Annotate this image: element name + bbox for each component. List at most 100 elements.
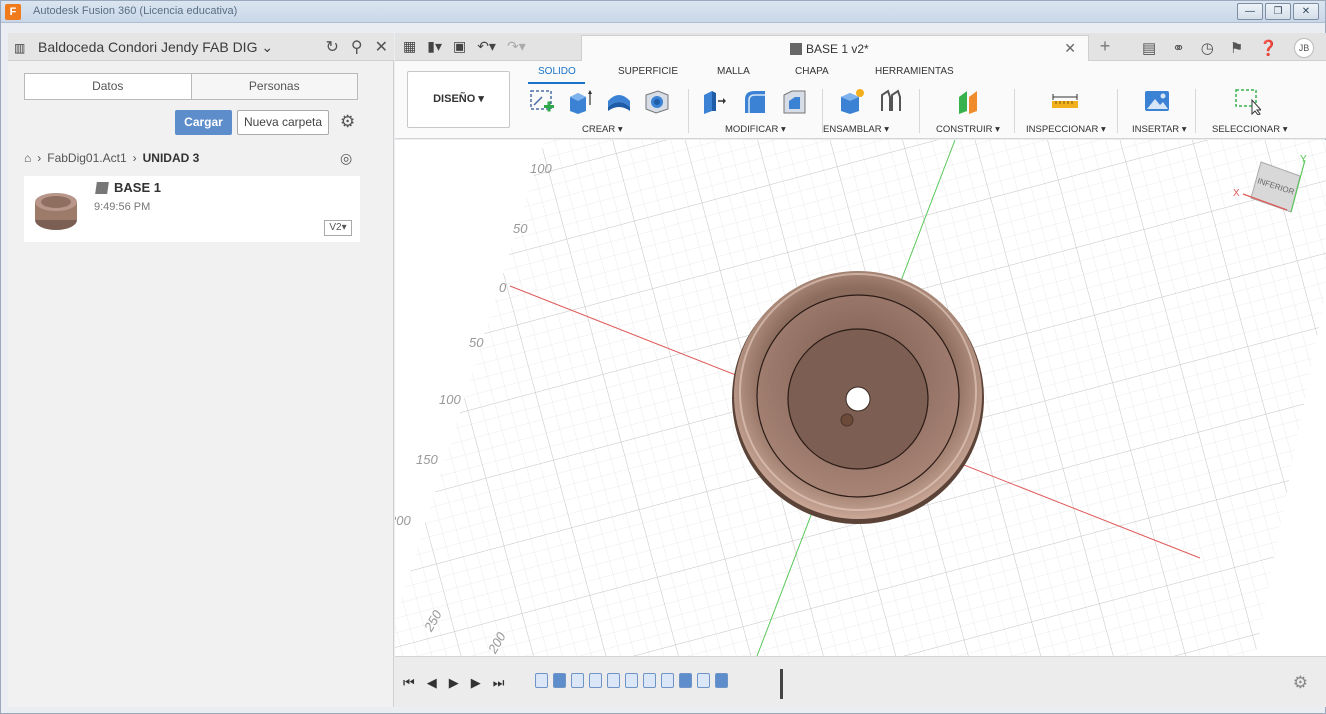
- team-name: Baldoceda Condori Jendy FAB DIG: [38, 39, 258, 55]
- data-panel: ▥ Baldoceda Condori Jendy FAB DIG ⌄ ↻ ⚲ …: [8, 33, 394, 707]
- app-window: F Autodesk Fusion 360 (Licencia educativ…: [0, 0, 1326, 714]
- file-menu-icon[interactable]: ▮▾: [427, 38, 442, 55]
- timeline-extrude-icon[interactable]: [679, 673, 692, 688]
- chevron-right-icon: ›: [132, 151, 137, 165]
- data-panel-header: ▥ Baldoceda Condori Jendy FAB DIG ⌄ ↻ ⚲ …: [8, 33, 394, 61]
- fusion-app-icon: F: [5, 4, 21, 20]
- canvas-viewport[interactable]: 100 50 0 50 100 150 200 250 200: [395, 140, 1326, 656]
- tab-datos[interactable]: Datos: [25, 74, 191, 99]
- group-seleccionar-label: SELECCIONAR: [1212, 124, 1281, 135]
- skip-start-icon[interactable]: ⏮: [403, 675, 415, 691]
- search-icon[interactable]: ⚲: [351, 37, 363, 57]
- timeline-sketch-icon[interactable]: [661, 673, 674, 688]
- timeline-sketch-icon[interactable]: [535, 673, 548, 688]
- version-badge[interactable]: V2▾: [324, 220, 352, 236]
- joint-icon[interactable]: [876, 87, 904, 115]
- group-inspeccionar-label: INSPECCIONAR: [1026, 124, 1099, 135]
- group-ensamblar[interactable]: ENSAMBLAR ▾: [823, 124, 889, 135]
- globe-icon[interactable]: ◎: [340, 150, 352, 167]
- home-icon[interactable]: ⌂: [24, 151, 31, 165]
- create-sketch-icon[interactable]: [528, 87, 556, 115]
- notification-icon[interactable]: ⚑: [1230, 39, 1243, 57]
- ruler-label: 0: [499, 280, 507, 295]
- tab-superficie[interactable]: SUPERFICIE: [618, 66, 678, 77]
- gear-icon[interactable]: ⚙: [340, 112, 355, 132]
- group-inspeccionar[interactable]: INSPECCIONAR ▾: [1026, 124, 1106, 135]
- team-selector[interactable]: Baldoceda Condori Jendy FAB DIG ⌄: [38, 39, 273, 56]
- help-icon[interactable]: ❓: [1259, 39, 1278, 57]
- revolve-icon[interactable]: [605, 87, 633, 115]
- timeline-fillet-icon[interactable]: [625, 673, 638, 688]
- extrude-icon[interactable]: [566, 87, 594, 115]
- refresh-icon[interactable]: ↻: [325, 37, 338, 57]
- skip-end-icon[interactable]: ⏭: [493, 675, 505, 691]
- extensions-icon[interactable]: ⚭: [1172, 39, 1185, 57]
- tab-solido[interactable]: SOLIDO: [538, 66, 576, 77]
- group-insertar[interactable]: INSERTAR ▾: [1132, 124, 1187, 135]
- avatar[interactable]: JB: [1294, 38, 1314, 58]
- timeline-controls: ⏮ ◀ ▶ ▶ ⏭: [403, 675, 504, 691]
- close-icon[interactable]: ✕: [375, 37, 388, 57]
- tab-malla[interactable]: MALLA: [717, 66, 750, 77]
- play-icon[interactable]: ▶: [449, 675, 459, 691]
- document-tab[interactable]: BASE 1 v2* ✕: [581, 35, 1089, 61]
- minimize-icon[interactable]: —: [1237, 3, 1263, 20]
- new-component-icon[interactable]: [838, 87, 866, 115]
- ruler-label: 50: [469, 335, 484, 350]
- job-status-icon[interactable]: ▤: [1142, 39, 1156, 57]
- press-pull-icon[interactable]: [700, 87, 728, 115]
- hole-icon[interactable]: [642, 87, 670, 115]
- gear-icon[interactable]: ⚙: [1293, 673, 1308, 693]
- tab-chapa[interactable]: CHAPA: [795, 66, 829, 77]
- chamfer-icon[interactable]: [780, 87, 808, 115]
- clock-icon[interactable]: ◷: [1201, 39, 1214, 57]
- tab-herramientas[interactable]: HERRAMIENTAS: [875, 66, 954, 77]
- group-seleccionar[interactable]: SELECCIONAR ▾: [1212, 124, 1288, 135]
- redo-icon[interactable]: ↷▾: [507, 38, 526, 55]
- workspace-label: DISEÑO: [433, 93, 476, 105]
- timeline-sketch-icon[interactable]: [697, 673, 710, 688]
- model-body[interactable]: [732, 271, 984, 524]
- undo-icon[interactable]: ↶▾: [477, 38, 496, 55]
- close-icon[interactable]: ✕: [1064, 40, 1076, 57]
- ribbon: DISEÑO ▾ SOLIDO SUPERFICIE MALLA CHAPA H…: [395, 61, 1326, 139]
- active-tab-underline: [528, 82, 585, 84]
- insert-image-icon[interactable]: [1143, 87, 1171, 115]
- timeline-features: [535, 673, 728, 688]
- fillet-icon[interactable]: [741, 87, 769, 115]
- timeline-marker[interactable]: [780, 669, 783, 699]
- grid-menu-icon[interactable]: ▦: [403, 38, 416, 55]
- breadcrumb: ⌂ › FabDig01.Act1 › UNIDAD 3: [24, 151, 199, 165]
- select-icon[interactable]: [1233, 87, 1261, 115]
- close-icon[interactable]: ✕: [1293, 3, 1319, 20]
- breadcrumb-project[interactable]: FabDig01.Act1: [47, 151, 126, 165]
- file-item[interactable]: BASE 1 9:49:56 PM V2▾: [24, 176, 360, 242]
- timeline-extrude-icon[interactable]: [715, 673, 728, 688]
- new-folder-button[interactable]: Nueva carpeta: [237, 110, 329, 135]
- offset-plane-icon[interactable]: [955, 87, 983, 115]
- group-modificar[interactable]: MODIFICAR ▾: [725, 124, 786, 135]
- chevron-right-icon: ›: [37, 151, 42, 165]
- group-crear[interactable]: CREAR ▾: [582, 124, 623, 135]
- timeline-fillet-icon[interactable]: [607, 673, 620, 688]
- timeline-revolve-icon[interactable]: [553, 673, 566, 688]
- group-construir[interactable]: CONSTRUIR ▾: [936, 124, 1000, 135]
- ruler-label: 50: [513, 221, 528, 236]
- step-back-icon[interactable]: ◀: [427, 675, 437, 691]
- timeline-fillet-icon[interactable]: [571, 673, 584, 688]
- tab-personas[interactable]: Personas: [190, 74, 357, 99]
- ribbon-separator: [1014, 89, 1015, 133]
- new-tab-icon[interactable]: +: [1095, 37, 1115, 57]
- timeline-fillet-icon[interactable]: [643, 673, 656, 688]
- save-icon[interactable]: ▣: [453, 38, 466, 55]
- window-controls: — ❐ ✕: [1237, 3, 1319, 20]
- step-forward-icon[interactable]: ▶: [471, 675, 481, 691]
- ribbon-separator: [688, 89, 689, 133]
- restore-icon[interactable]: ❐: [1265, 3, 1291, 20]
- timeline-fillet-icon[interactable]: [589, 673, 602, 688]
- group-construir-label: CONSTRUIR: [936, 124, 993, 135]
- measure-icon[interactable]: [1051, 87, 1079, 115]
- workspace-selector[interactable]: DISEÑO ▾: [407, 71, 510, 128]
- upload-button[interactable]: Cargar: [175, 110, 232, 135]
- chevron-down-icon: ⌄: [261, 39, 274, 55]
